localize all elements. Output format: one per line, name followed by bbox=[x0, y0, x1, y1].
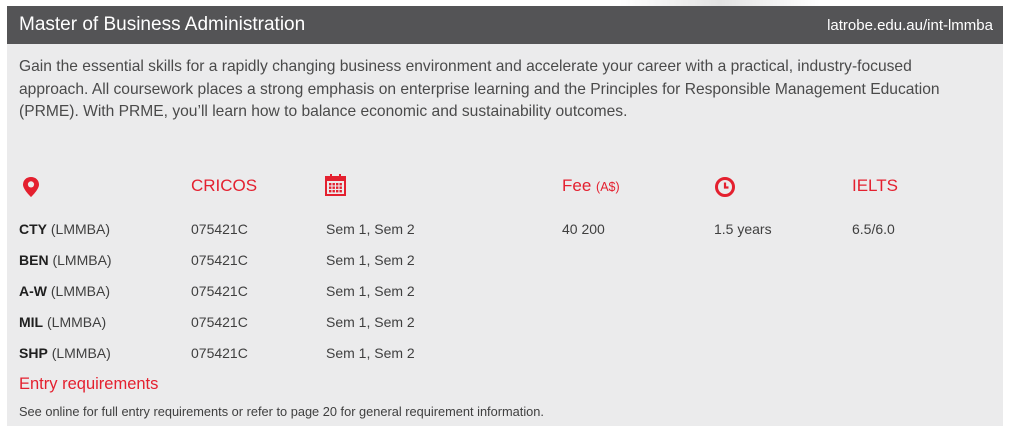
ielts-value: 6.5/6.0 bbox=[852, 221, 895, 237]
course-code: (LMMBA) bbox=[50, 221, 111, 237]
course-code: (LMMBA) bbox=[47, 314, 107, 330]
course-code: (LMMBA) bbox=[50, 283, 111, 299]
course-code: (LMMBA) bbox=[51, 345, 111, 361]
intake-cell: Sem 1, Sem 2 bbox=[326, 314, 415, 330]
campus-code: BEN bbox=[19, 252, 49, 268]
cricos-cell: 075421C bbox=[191, 221, 248, 237]
duration-value: 1.5 years bbox=[714, 221, 772, 237]
campus-code: A-W bbox=[19, 283, 47, 299]
course-details-table: CRICOS Fee (A$) IELTS CTY (LMMBA) 075421… bbox=[19, 174, 999, 376]
intake-cell: Sem 1, Sem 2 bbox=[326, 252, 415, 268]
fee-value: 40 200 bbox=[562, 221, 605, 237]
cricos-cell: 075421C bbox=[191, 252, 248, 268]
course-code: (LMMBA) bbox=[52, 252, 112, 268]
campus-code: CTY bbox=[19, 221, 47, 237]
course-url-link[interactable]: latrobe.edu.au/int-lmmba bbox=[827, 17, 993, 34]
cricos-cell: 075421C bbox=[191, 314, 248, 330]
intake-cell: Sem 1, Sem 2 bbox=[326, 221, 415, 237]
campus-cell: SHP (LMMBA) bbox=[19, 345, 111, 361]
campus-cell: BEN (LMMBA) bbox=[19, 252, 112, 268]
fee-header-label: Fee bbox=[562, 176, 592, 195]
intake-cell: Sem 1, Sem 2 bbox=[326, 283, 415, 299]
course-description: Gain the essential skills for a rapidly … bbox=[19, 58, 940, 120]
ielts-header: IELTS bbox=[852, 176, 898, 195]
campus-cell: A-W (LMMBA) bbox=[19, 283, 110, 299]
cricos-cell: 075421C bbox=[191, 345, 248, 361]
cricos-cell: 075421C bbox=[191, 283, 248, 299]
fee-header: Fee (A$) bbox=[562, 176, 620, 196]
clock-icon bbox=[714, 176, 736, 203]
campus-code: MIL bbox=[19, 314, 44, 330]
entry-requirements-text: See online for full entry requirements o… bbox=[19, 404, 544, 419]
campus-code: SHP bbox=[19, 345, 48, 361]
calendar-icon bbox=[325, 174, 346, 201]
course-card: Master of Business Administration latrob… bbox=[7, 6, 1003, 426]
course-header: Master of Business Administration latrob… bbox=[7, 6, 1003, 44]
campus-cell: CTY (LMMBA) bbox=[19, 221, 110, 237]
intake-cell: Sem 1, Sem 2 bbox=[326, 345, 415, 361]
entry-requirements-heading: Entry requirements bbox=[19, 375, 159, 393]
fee-header-unit: (A$) bbox=[596, 180, 620, 194]
cricos-header: CRICOS bbox=[191, 176, 258, 195]
course-title: Master of Business Administration bbox=[19, 14, 306, 35]
campus-cell: MIL (LMMBA) bbox=[19, 314, 106, 330]
location-pin-icon bbox=[22, 176, 40, 203]
